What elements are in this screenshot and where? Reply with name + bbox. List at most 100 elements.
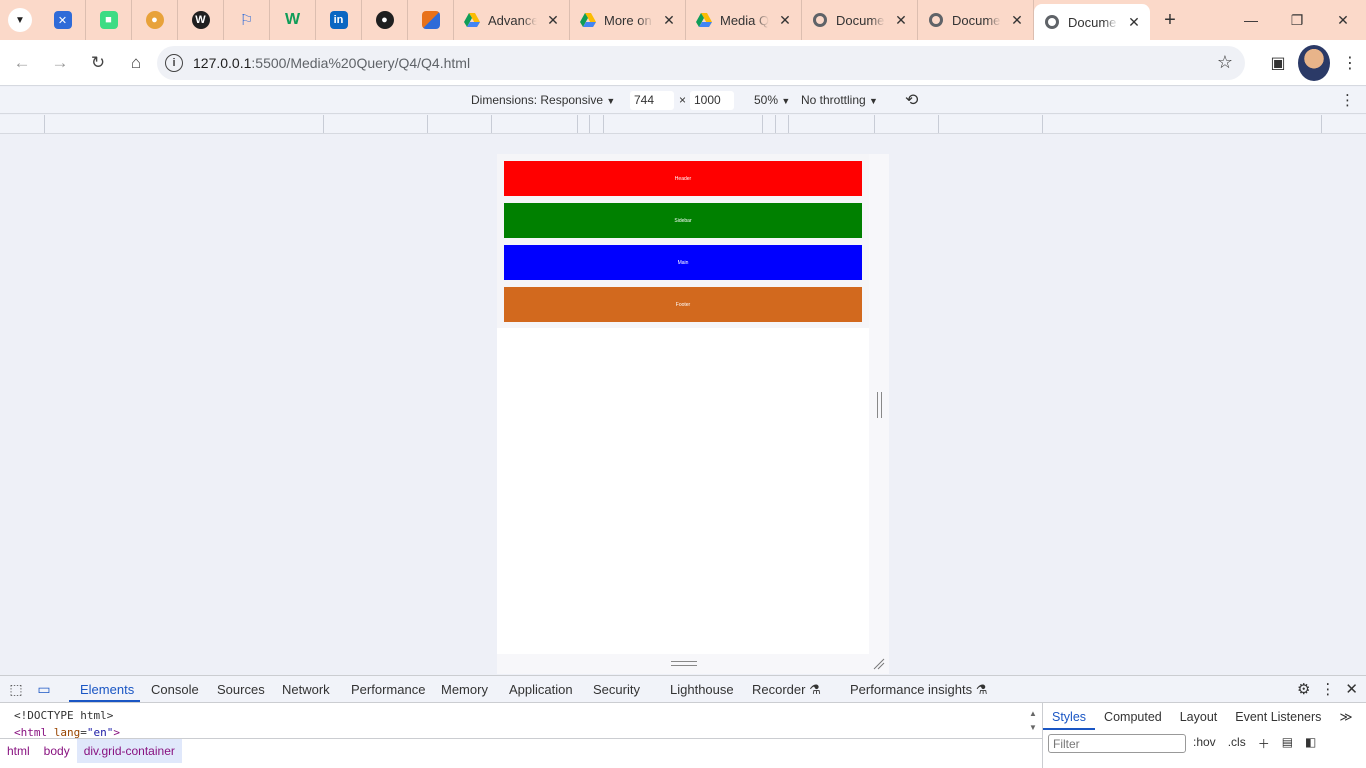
close-icon[interactable]: ✕ bbox=[777, 12, 793, 29]
close-icon[interactable]: ✕ bbox=[893, 12, 909, 29]
device-menu-kebab-icon[interactable]: ⋮ bbox=[1340, 91, 1355, 109]
resize-handle-bottom[interactable] bbox=[671, 661, 697, 666]
settings-gear-icon[interactable]: ⚙ bbox=[1297, 680, 1310, 698]
browser-tab[interactable]: Docume ✕ bbox=[918, 0, 1034, 40]
minimize-icon[interactable]: — bbox=[1228, 0, 1274, 40]
throttling-dropdown[interactable]: No throttling ▼ bbox=[801, 93, 878, 107]
pinned-tab[interactable] bbox=[408, 0, 454, 40]
pinned-tab[interactable]: W bbox=[178, 0, 224, 40]
back-icon[interactable]: ← bbox=[4, 45, 40, 81]
globe-icon bbox=[929, 13, 943, 27]
close-icon[interactable]: ✕ bbox=[1009, 12, 1025, 29]
close-window-icon[interactable]: ✕ bbox=[1320, 0, 1366, 40]
tab-performance-insights[interactable]: Performance insights ⚗ bbox=[850, 682, 987, 698]
device-toggle-icon[interactable]: ▭ bbox=[35, 681, 53, 697]
menu-kebab-icon[interactable]: ⋮ bbox=[1334, 45, 1366, 81]
zoom-dropdown[interactable]: 50% ▼ bbox=[754, 93, 790, 107]
breakpoint-tick[interactable] bbox=[589, 115, 590, 133]
restore-icon[interactable]: ❐ bbox=[1274, 0, 1320, 40]
tab-security[interactable]: Security bbox=[593, 682, 640, 697]
pinned-tab[interactable]: in bbox=[316, 0, 362, 40]
pinned-tab[interactable]: ■ bbox=[86, 0, 132, 40]
browser-tab[interactable]: More on ✕ bbox=[570, 0, 686, 40]
breakpoint-tick[interactable] bbox=[762, 115, 763, 133]
tab-search-button[interactable]: ▼ bbox=[0, 0, 40, 40]
breakpoint-tick[interactable] bbox=[427, 115, 428, 133]
reload-icon[interactable]: ↻ bbox=[80, 45, 116, 81]
pinned-tab[interactable]: W bbox=[270, 0, 316, 40]
tab-performance[interactable]: Performance bbox=[351, 682, 425, 697]
breakpoint-tick[interactable] bbox=[874, 115, 875, 133]
inspect-element-icon[interactable]: ⬚ bbox=[7, 681, 25, 697]
pinned-tab[interactable]: ● bbox=[362, 0, 408, 40]
scroll-up-icon[interactable]: ▲ bbox=[1027, 707, 1039, 721]
hov-toggle[interactable]: :hov bbox=[1193, 735, 1216, 752]
rotate-icon[interactable]: ⟲ bbox=[905, 90, 918, 110]
bookmark-star-icon[interactable]: ☆ bbox=[1217, 52, 1233, 73]
breadcrumb-grid-container[interactable]: div.grid-container bbox=[76, 738, 182, 763]
sidebar-toggle-icon[interactable]: ◧ bbox=[1305, 735, 1316, 752]
tab-styles[interactable]: Styles bbox=[1043, 710, 1096, 730]
pinned-tab[interactable]: ✕ bbox=[40, 0, 86, 40]
tab-memory[interactable]: Memory bbox=[441, 682, 488, 697]
tab-elements[interactable]: Elements bbox=[80, 682, 134, 697]
breadcrumb-body[interactable]: body bbox=[37, 739, 77, 763]
scroll-down-icon[interactable]: ▼ bbox=[1027, 721, 1039, 735]
pinned-tab[interactable]: ⚐ bbox=[224, 0, 270, 40]
doctype-line[interactable]: <!DOCTYPE html> bbox=[14, 707, 120, 724]
breakpoint-tick[interactable] bbox=[44, 115, 45, 133]
site-info-icon[interactable]: i bbox=[165, 54, 183, 72]
media-query-bar[interactable] bbox=[0, 115, 1366, 134]
paint-icon[interactable]: ▤ bbox=[1282, 735, 1293, 752]
devtools-menu-kebab-icon[interactable]: ⋮ bbox=[1320, 680, 1335, 698]
close-icon[interactable]: ✕ bbox=[545, 12, 561, 29]
tab-recorder[interactable]: Recorder ⚗ bbox=[752, 682, 821, 698]
resize-handle-right[interactable] bbox=[877, 392, 882, 418]
elements-scrollbar[interactable]: ▲ ▼ bbox=[1027, 707, 1039, 737]
new-tab-button[interactable]: + bbox=[1150, 0, 1190, 40]
height-input[interactable]: 1000 bbox=[690, 91, 734, 110]
resize-corner-icon[interactable] bbox=[873, 658, 885, 670]
tab-title: Docume bbox=[952, 12, 1001, 28]
breakpoint-tick[interactable] bbox=[1321, 115, 1322, 133]
browser-tab[interactable]: Advance ✕ bbox=[454, 0, 570, 40]
breadcrumb-html[interactable]: html bbox=[0, 739, 37, 763]
width-input[interactable]: 744 bbox=[630, 91, 674, 110]
elements-tree[interactable]: <!DOCTYPE html> <html lang="en"> bbox=[14, 707, 120, 741]
browser-tab-active[interactable]: Docume ✕ bbox=[1034, 4, 1150, 40]
tab-application[interactable]: Application bbox=[509, 682, 573, 697]
close-icon[interactable]: ✕ bbox=[1126, 14, 1142, 31]
profile-button[interactable] bbox=[1298, 45, 1330, 81]
tab-console[interactable]: Console bbox=[151, 682, 199, 697]
home-icon[interactable]: ⌂ bbox=[118, 45, 154, 81]
tab-computed[interactable]: Computed bbox=[1095, 710, 1171, 724]
breakpoint-tick[interactable] bbox=[603, 115, 604, 133]
tab-layout[interactable]: Layout bbox=[1171, 710, 1227, 724]
breakpoint-tick[interactable] bbox=[323, 115, 324, 133]
url-text[interactable]: 127.0.0.1:5500/Media%20Query/Q4/Q4.html bbox=[193, 55, 470, 71]
browser-tab[interactable]: Media Q ✕ bbox=[686, 0, 802, 40]
breakpoint-tick[interactable] bbox=[1042, 115, 1043, 133]
tab-lighthouse[interactable]: Lighthouse bbox=[670, 682, 734, 697]
breakpoint-tick[interactable] bbox=[491, 115, 492, 133]
forward-icon[interactable]: → bbox=[42, 45, 78, 81]
breakpoint-tick[interactable] bbox=[788, 115, 789, 133]
browser-tab[interactable]: Docume ✕ bbox=[802, 0, 918, 40]
new-rule-icon[interactable]: ＋ bbox=[1258, 735, 1270, 752]
tab-event-listeners[interactable]: Event Listeners bbox=[1226, 710, 1330, 724]
close-devtools-icon[interactable]: ✕ bbox=[1345, 680, 1358, 698]
address-bar[interactable]: i 127.0.0.1:5500/Media%20Query/Q4/Q4.htm… bbox=[157, 46, 1245, 80]
more-tabs-icon[interactable]: ≫ bbox=[1330, 709, 1361, 724]
breakpoint-tick[interactable] bbox=[577, 115, 578, 133]
breakpoint-tick[interactable] bbox=[938, 115, 939, 133]
tab-network[interactable]: Network bbox=[282, 682, 330, 697]
side-panel-icon[interactable]: ▣ bbox=[1262, 45, 1294, 81]
pinned-tab[interactable]: ● bbox=[132, 0, 178, 40]
styles-filter-input[interactable]: Filter bbox=[1048, 734, 1186, 753]
tab-sources[interactable]: Sources bbox=[217, 682, 265, 697]
devtools-tabbar: ⬚ ▭ Elements Console Sources Network Per… bbox=[0, 676, 1366, 703]
breakpoint-tick[interactable] bbox=[775, 115, 776, 133]
cls-toggle[interactable]: .cls bbox=[1228, 735, 1246, 752]
dimensions-dropdown[interactable]: Dimensions: Responsive ▼ bbox=[471, 93, 615, 107]
close-icon[interactable]: ✕ bbox=[661, 12, 677, 29]
